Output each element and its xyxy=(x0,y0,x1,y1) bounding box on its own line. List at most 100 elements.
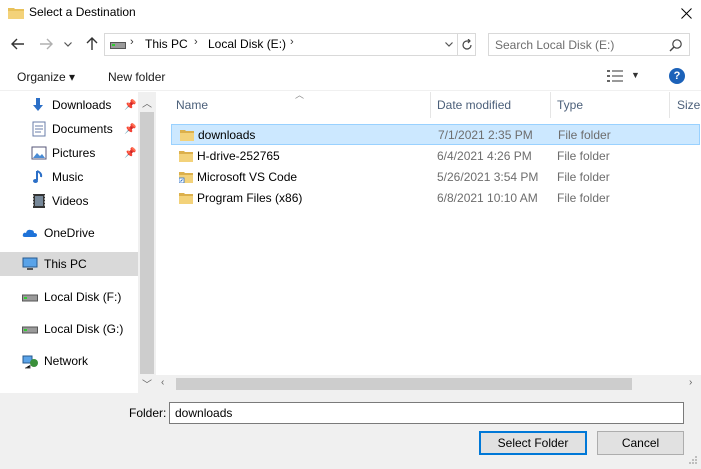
scroll-down-icon[interactable]: ﹀ xyxy=(142,376,152,391)
sidebar-item-documents[interactable]: Documents 📌 xyxy=(0,117,138,141)
scroll-right-icon[interactable]: › xyxy=(689,377,692,388)
file-type: File folder xyxy=(557,170,610,184)
folder-app-icon xyxy=(8,8,24,19)
column-header-label: Type xyxy=(557,98,584,112)
address-history-button[interactable] xyxy=(441,33,457,56)
chevron-down-icon xyxy=(64,41,72,47)
breadcrumb-separator-icon: › xyxy=(194,36,198,48)
command-bar: Organize ▾ New folder xyxy=(0,64,701,91)
organize-label: Organize xyxy=(17,70,66,84)
file-date: 6/4/2021 4:26 PM xyxy=(437,149,532,163)
sidebar-item-pictures[interactable]: Pictures 📌 xyxy=(0,141,138,165)
file-date: 6/8/2021 10:10 AM xyxy=(437,191,538,205)
table-row[interactable]: H-drive-252765 6/4/2021 4:26 PM File fol… xyxy=(171,146,700,167)
refresh-icon xyxy=(462,38,472,50)
file-name: Program Files (x86) xyxy=(197,191,303,205)
resize-grip-icon[interactable] xyxy=(688,455,698,465)
table-row[interactable]: downloads 7/1/2021 2:35 PM File folder xyxy=(171,124,700,145)
sidebar-item-label: Local Disk (F:) xyxy=(44,290,122,304)
sidebar-item-label: Network xyxy=(44,354,89,368)
title-bar: Select a Destination xyxy=(0,0,701,26)
back-arrow-icon xyxy=(11,38,24,50)
search-icon xyxy=(669,39,682,52)
sidebar-item-label: Downloads xyxy=(52,98,112,112)
cancel-button[interactable]: Cancel xyxy=(597,431,684,455)
sidebar-item-music[interactable]: Music xyxy=(0,165,138,189)
search-box[interactable] xyxy=(488,33,690,56)
drive-icon xyxy=(110,42,126,49)
view-dropdown-icon[interactable]: ▼ xyxy=(631,70,640,80)
select-folder-button[interactable]: Select Folder xyxy=(479,431,587,455)
file-name: Microsoft VS Code xyxy=(197,170,298,184)
pin-icon[interactable]: 📌 xyxy=(124,148,136,159)
up-arrow-icon xyxy=(86,37,98,50)
download-arrow-icon xyxy=(33,98,43,111)
network-icon xyxy=(22,355,38,369)
column-divider[interactable] xyxy=(669,92,670,118)
chevron-down-icon xyxy=(445,42,453,47)
breadcrumb-local-disk-e[interactable]: Local Disk (E:) xyxy=(208,37,286,51)
videos-icon xyxy=(33,194,45,208)
sidebar-item-label: Pictures xyxy=(52,146,96,160)
folder-icon xyxy=(179,151,193,162)
refresh-button[interactable] xyxy=(457,33,476,56)
organize-button[interactable]: Organize ▾ xyxy=(17,70,75,84)
forward-button[interactable] xyxy=(37,35,55,53)
column-divider[interactable] xyxy=(550,92,551,118)
sidebar-item-label: Videos xyxy=(52,194,89,208)
folder-icon xyxy=(180,130,194,141)
folder-icon xyxy=(179,193,193,204)
pin-icon[interactable]: 📌 xyxy=(124,124,136,135)
help-icon[interactable]: ? xyxy=(669,68,685,84)
scrollbar-thumb[interactable] xyxy=(140,112,154,374)
pictures-icon xyxy=(31,146,47,160)
navigation-scrollbar[interactable]: ︿ ﹀ xyxy=(138,92,156,393)
sidebar-item-label: This PC xyxy=(44,257,87,271)
sidebar-item-label: Documents xyxy=(52,122,113,136)
breadcrumb-this-pc[interactable]: This PC xyxy=(145,37,188,51)
navigation-pane: Downloads 📌 Documents 📌 Pictures 📌 Music… xyxy=(0,92,156,393)
sidebar-item-local-disk-f[interactable]: Local Disk (F:) xyxy=(0,285,138,309)
table-row[interactable]: Microsoft VS Code 5/26/2021 3:54 PM File… xyxy=(171,167,700,188)
column-header-date[interactable]: Date modified xyxy=(437,92,550,118)
file-date: 7/1/2021 2:35 PM xyxy=(438,128,533,142)
sidebar-item-network[interactable]: Network xyxy=(0,349,138,373)
new-folder-button[interactable]: New folder xyxy=(108,70,165,84)
view-options-icon[interactable] xyxy=(607,69,623,83)
column-header-type[interactable]: Type xyxy=(557,92,669,118)
computer-icon xyxy=(22,257,38,270)
sidebar-item-local-disk-g[interactable]: Local Disk (G:) xyxy=(0,317,138,341)
sidebar-item-label: Music xyxy=(52,170,84,184)
folder-shortcut-icon xyxy=(179,172,193,183)
column-divider[interactable] xyxy=(430,92,431,118)
file-type: File folder xyxy=(558,128,611,142)
pin-icon[interactable]: 📌 xyxy=(124,100,136,111)
column-header-label: Date modified xyxy=(437,98,512,112)
back-button[interactable] xyxy=(9,35,27,53)
column-header-size[interactable]: Size xyxy=(677,92,701,118)
sidebar-item-onedrive[interactable]: OneDrive xyxy=(0,221,138,245)
table-row[interactable]: Program Files (x86) 6/8/2021 10:10 AM Fi… xyxy=(171,188,700,209)
cloud-icon xyxy=(22,229,37,237)
up-button[interactable] xyxy=(83,35,101,53)
sidebar-item-label: OneDrive xyxy=(44,226,95,240)
scroll-left-icon[interactable]: ‹ xyxy=(161,377,164,388)
folder-input[interactable] xyxy=(169,402,684,424)
drive-icon xyxy=(22,326,38,334)
close-button[interactable] xyxy=(672,0,701,26)
file-type: File folder xyxy=(557,149,610,163)
recent-locations-button[interactable] xyxy=(62,35,74,53)
column-header-name[interactable]: Name xyxy=(176,92,430,118)
file-name: downloads xyxy=(198,128,256,142)
scroll-up-icon[interactable]: ︿ xyxy=(142,95,152,110)
scrollbar-thumb[interactable] xyxy=(176,378,632,390)
window-title: Select a Destination xyxy=(29,5,136,19)
column-header-label: Size xyxy=(677,98,701,112)
sidebar-item-this-pc[interactable]: This PC xyxy=(0,252,138,276)
sidebar-item-downloads[interactable]: Downloads 📌 xyxy=(0,93,138,117)
horizontal-scrollbar[interactable]: ‹ › xyxy=(156,375,701,393)
sidebar-item-videos[interactable]: Videos xyxy=(0,189,138,213)
close-icon xyxy=(681,7,692,19)
address-bar[interactable]: › This PC › Local Disk (E:) › xyxy=(104,33,476,56)
search-input[interactable] xyxy=(495,38,665,52)
